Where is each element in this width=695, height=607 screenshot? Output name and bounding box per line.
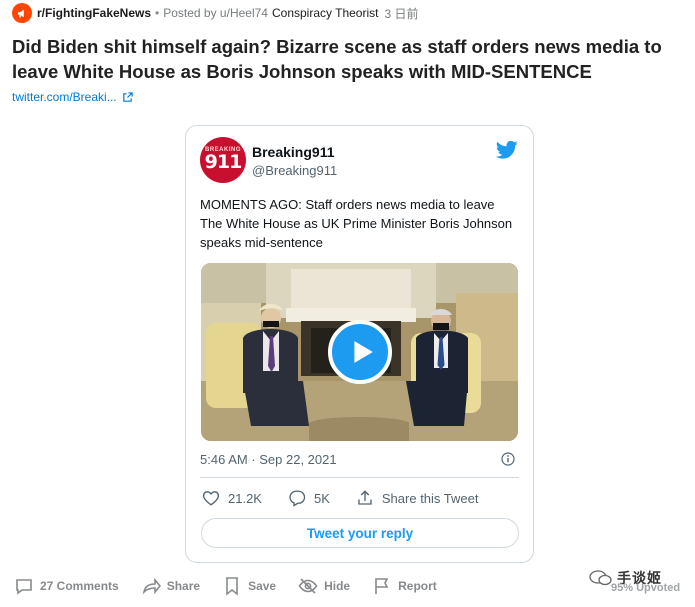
play-button[interactable] xyxy=(327,320,392,384)
tweet-account-name[interactable]: Breaking911 xyxy=(252,144,335,160)
save-label: Save xyxy=(248,579,277,593)
tweet-avatar[interactable]: BREAKING 911 xyxy=(200,137,246,183)
external-link-text[interactable]: twitter.com/Breaki... xyxy=(12,90,117,104)
info-icon[interactable] xyxy=(501,452,515,466)
twitter-bird-icon[interactable] xyxy=(496,140,518,160)
post-footer: 27 Comments Share Save Hide Report xyxy=(14,574,459,598)
tweet-video-thumbnail[interactable] xyxy=(201,263,518,441)
upvote-ratio: 95% Upvoted xyxy=(611,582,681,594)
share-tweet-action[interactable]: Share this Tweet xyxy=(356,489,479,507)
like-action[interactable]: 21.2K xyxy=(202,489,262,507)
speech-bubble-icon xyxy=(289,490,306,507)
report-label: Report xyxy=(398,579,437,593)
share-arrow-icon xyxy=(142,577,161,595)
tweet-text: MOMENTS AGO: Staff orders news media to … xyxy=(200,197,513,250)
report-button[interactable]: Report xyxy=(372,576,437,596)
avatar-logo-number: 911 xyxy=(204,151,243,173)
post-title[interactable]: Did Biden shit himself again? Bizarre sc… xyxy=(12,34,687,84)
subreddit-name[interactable]: r/FightingFakeNews xyxy=(37,6,151,20)
share-tweet-label: Share this Tweet xyxy=(381,490,479,506)
post-meta: r/FightingFakeNews • Posted by u/Heel74 … xyxy=(12,3,419,23)
comment-icon xyxy=(16,579,32,595)
share-button[interactable]: Share xyxy=(141,576,200,596)
post-age: 3 日前 xyxy=(384,6,419,21)
hide-button[interactable]: Hide xyxy=(298,576,350,596)
external-link-icon xyxy=(122,91,133,102)
comments-label: 27 Comments xyxy=(40,579,119,593)
heart-icon xyxy=(202,491,220,506)
watermark: 手谈姬 95% Upvoted xyxy=(587,568,687,602)
hide-label: Hide xyxy=(324,579,351,593)
share-upload-icon xyxy=(358,490,372,505)
share-label: Share xyxy=(166,579,201,593)
external-link[interactable]: twitter.com/Breaki... xyxy=(12,90,133,104)
tweet-your-reply-button[interactable]: Tweet your reply xyxy=(201,518,519,548)
save-button[interactable]: Save xyxy=(222,576,276,596)
subreddit-icon[interactable] xyxy=(12,3,32,23)
posted-by[interactable]: Posted by u/Heel74 xyxy=(163,6,268,20)
play-icon xyxy=(353,341,373,363)
tweet-embed[interactable]: BREAKING 911 Breaking911 @Breaking911 MO… xyxy=(185,125,534,563)
tweet-divider xyxy=(200,477,519,478)
reply-count: 5K xyxy=(313,490,330,506)
comments-button[interactable]: 27 Comments xyxy=(14,576,119,596)
separator-dot: • xyxy=(155,6,160,20)
tweet-account-handle[interactable]: @Breaking911 xyxy=(252,163,337,178)
tweet-timestamp[interactable]: 5:46 AM · Sep 22, 2021 xyxy=(200,452,337,467)
flag-icon xyxy=(375,578,389,594)
eye-slash-icon xyxy=(298,578,318,594)
user-flair: Conspiracy Theorist xyxy=(271,6,379,20)
reply-action[interactable]: 5K xyxy=(288,489,330,507)
bookmark-icon xyxy=(226,577,238,596)
reddit-post: r/FightingFakeNews • Posted by u/Heel74 … xyxy=(0,0,695,607)
like-count: 21.2K xyxy=(228,490,262,506)
tweet-actions: 21.2K 5K Share this Tweet xyxy=(202,488,504,508)
wechat-logo-icon xyxy=(589,570,612,586)
